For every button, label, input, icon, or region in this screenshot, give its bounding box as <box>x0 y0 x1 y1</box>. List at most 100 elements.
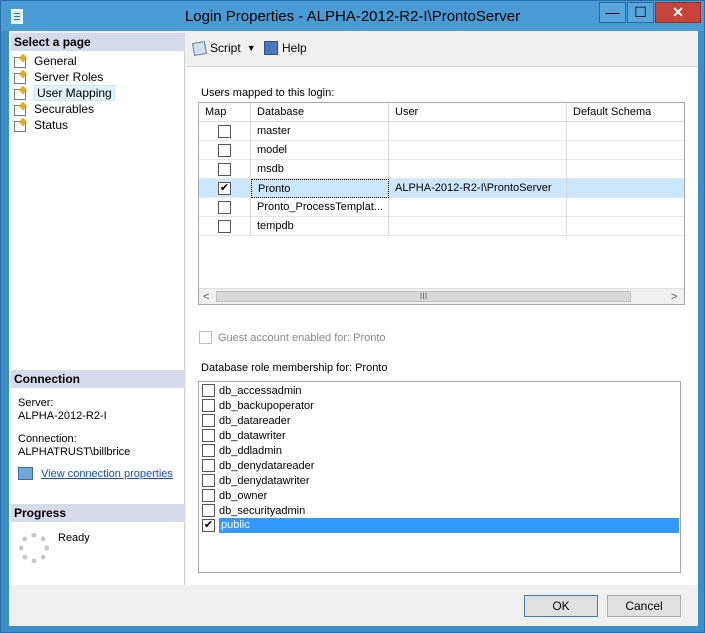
role-checkbox[interactable] <box>202 414 215 427</box>
guest-account-checkbox[interactable] <box>199 331 212 344</box>
nav-item-status[interactable]: Status <box>14 117 68 133</box>
page-icon <box>14 71 28 84</box>
nav-item-label: Server Roles <box>34 70 104 84</box>
table-row[interactable]: tempdb <box>199 217 684 236</box>
role-item-db_datareader[interactable]: db_datareader <box>202 413 679 428</box>
database-cell[interactable]: model <box>251 141 389 160</box>
role-label: db_denydatareader <box>219 459 315 472</box>
script-icon <box>191 40 208 56</box>
chevron-down-icon[interactable]: ▼ <box>247 43 256 53</box>
database-cell[interactable]: Pronto_ProcessTemplat... <box>251 198 389 217</box>
default-schema-cell[interactable] <box>567 198 684 217</box>
default-schema-cell[interactable] <box>567 141 684 160</box>
column-header-user[interactable]: User <box>389 103 567 122</box>
role-item-db_datawriter[interactable]: db_datawriter <box>202 428 679 443</box>
page-icon <box>14 103 28 116</box>
user-cell[interactable] <box>389 198 567 217</box>
role-item-db_securityadmin[interactable]: db_securityadmin <box>202 503 679 518</box>
view-connection-properties[interactable]: View connection properties <box>18 467 173 480</box>
database-cell[interactable]: tempdb <box>251 217 389 236</box>
script-button[interactable]: Script ▼ <box>191 40 256 56</box>
horizontal-scrollbar[interactable]: < III > <box>199 288 684 304</box>
help-label: Help <box>282 41 307 55</box>
role-checkbox[interactable] <box>202 444 215 457</box>
script-label: Script <box>210 41 241 55</box>
table-row[interactable]: model <box>199 141 684 160</box>
role-checkbox[interactable] <box>202 489 215 502</box>
minimize-button[interactable]: — <box>599 2 626 23</box>
column-header-default-schema[interactable]: Default Schema <box>567 103 684 122</box>
role-item-db_denydatawriter[interactable]: db_denydatawriter <box>202 473 679 488</box>
progress-spinner-icon <box>19 533 49 563</box>
default-schema-cell[interactable] <box>567 217 684 236</box>
role-checkbox[interactable] <box>202 459 215 472</box>
scroll-right-icon[interactable]: > <box>671 291 677 303</box>
nav-item-server-roles[interactable]: Server Roles <box>14 69 103 85</box>
cancel-button[interactable]: Cancel <box>607 595 681 617</box>
close-button[interactable]: ✕ <box>655 2 701 23</box>
role-item-public[interactable]: ✔ public <box>202 518 679 533</box>
role-membership-list: db_accessadmin db_backupoperator db_datare… <box>198 381 681 573</box>
guest-account-checkbox-row[interactable]: Guest account enabled for: Pronto <box>199 331 386 344</box>
table-row[interactable]: ✔ Pronto ALPHA-2012-R2-I\ProntoServer <box>199 179 684 198</box>
help-button[interactable]: Help <box>264 41 307 55</box>
map-checkbox[interactable] <box>218 220 231 233</box>
database-cell[interactable]: msdb <box>251 160 389 179</box>
role-checkbox[interactable] <box>202 474 215 487</box>
default-schema-cell[interactable] <box>567 160 684 179</box>
scrollbar-thumb[interactable]: III <box>216 291 631 302</box>
column-header-database[interactable]: Database <box>251 103 389 122</box>
table-row[interactable]: msdb <box>199 160 684 179</box>
role-item-db_owner[interactable]: db_owner <box>202 488 679 503</box>
scroll-left-icon[interactable]: < <box>203 291 209 303</box>
role-checkbox[interactable] <box>202 399 215 412</box>
nav-item-general[interactable]: General <box>14 53 77 69</box>
help-icon <box>264 41 278 55</box>
page-icon <box>14 55 28 68</box>
role-item-db_ddladmin[interactable]: db_ddladmin <box>202 443 679 458</box>
title-bar[interactable]: Login Properties - ALPHA-2012-R2-I\Pront… <box>1 1 704 31</box>
user-cell[interactable]: ALPHA-2012-R2-I\ProntoServer <box>389 179 567 198</box>
table-row[interactable]: master <box>199 122 684 141</box>
user-cell[interactable] <box>389 141 567 160</box>
map-checkbox[interactable] <box>218 125 231 138</box>
role-membership-label: Database role membership for: Pronto <box>201 362 388 374</box>
nav-item-user-mapping[interactable]: User Mapping <box>14 85 115 101</box>
role-checkbox[interactable] <box>202 384 215 397</box>
role-checkbox[interactable] <box>202 429 215 442</box>
map-checkbox[interactable] <box>218 201 231 214</box>
users-mapped-label: Users mapped to this login: <box>201 87 335 99</box>
maximize-button[interactable]: ☐ <box>627 2 654 23</box>
role-label: db_datawriter <box>219 429 286 442</box>
role-checkbox[interactable] <box>202 504 215 517</box>
user-cell[interactable] <box>389 122 567 141</box>
map-checkbox[interactable] <box>218 163 231 176</box>
default-schema-cell[interactable] <box>567 179 684 198</box>
connection-properties-icon <box>18 467 33 480</box>
role-item-db_backupoperator[interactable]: db_backupoperator <box>202 398 679 413</box>
table-row[interactable]: Pronto_ProcessTemplat... <box>199 198 684 217</box>
server-label: Server: <box>18 397 54 409</box>
database-cell[interactable]: Pronto <box>251 179 389 198</box>
role-label: db_denydatawriter <box>219 474 310 487</box>
ok-button[interactable]: OK <box>524 595 598 617</box>
user-cell[interactable] <box>389 160 567 179</box>
role-label: db_accessadmin <box>219 384 302 397</box>
view-connection-properties-link[interactable]: View connection properties <box>41 468 173 480</box>
map-checkbox[interactable]: ✔ <box>218 182 231 195</box>
column-header-map[interactable]: Map <box>199 103 251 122</box>
default-schema-cell[interactable] <box>567 122 684 141</box>
role-item-db_accessadmin[interactable]: db_accessadmin <box>202 383 679 398</box>
users-mapped-grid: Map Database User Default Schema master m… <box>198 102 685 305</box>
map-cell <box>199 160 251 179</box>
map-checkbox[interactable] <box>218 144 231 157</box>
page-icon <box>14 119 28 132</box>
nav-item-securables[interactable]: Securables <box>14 101 94 117</box>
connection-header: Connection <box>11 370 185 388</box>
database-cell[interactable]: master <box>251 122 389 141</box>
role-checkbox[interactable]: ✔ <box>202 519 215 532</box>
user-cell[interactable] <box>389 217 567 236</box>
role-item-db_denydatareader[interactable]: db_denydatareader <box>202 458 679 473</box>
progress-header: Progress <box>11 504 185 522</box>
dialog-footer: OK Cancel <box>9 587 698 626</box>
